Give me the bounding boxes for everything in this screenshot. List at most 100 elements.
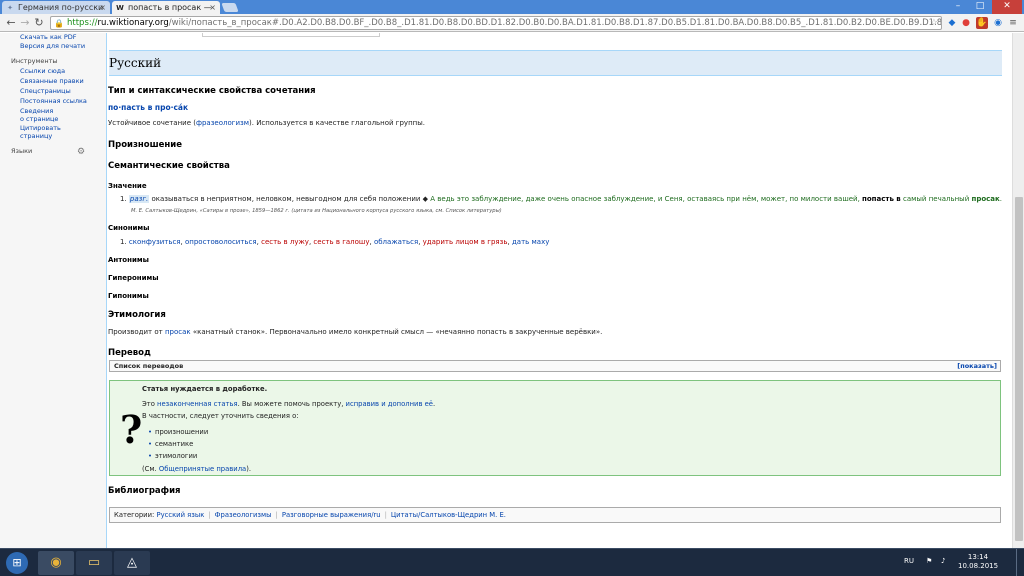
section-heading-translation: Перевод xyxy=(108,348,151,358)
text: попасть в xyxy=(862,195,901,203)
text: А ведь это заблуждение, даже очень опасн… xyxy=(430,195,863,203)
notice-see-also: (См. Общепринятые правила). xyxy=(142,465,251,473)
text: Устойчивое сочетание ( xyxy=(108,119,196,127)
clock-date: 10.08.2015 xyxy=(958,562,999,570)
extension-shield-icon[interactable]: ◆ xyxy=(946,17,958,29)
sidebar-item-print[interactable]: Версия для печати xyxy=(20,42,102,50)
category-link[interactable]: Фразеологизмы xyxy=(215,511,272,519)
synonym-link[interactable]: опростоволоситься xyxy=(185,238,257,246)
category-separator: | xyxy=(384,511,387,519)
categories-label: Категории: xyxy=(114,511,155,519)
needs-work-notice: ? Статья нуждается в доработке. Это неза… xyxy=(109,380,1001,476)
subheading-hyponyms: Гипонимы xyxy=(108,292,149,300)
text: Производит от xyxy=(108,328,165,336)
language-title: Русский xyxy=(109,56,162,70)
url-path: /wiki/попасть_в_просак#.D0.A2.D0.B8.D0.B… xyxy=(168,18,942,28)
type-description: Устойчивое сочетание (фразеологизм). Исп… xyxy=(108,119,425,127)
close-tab-icon[interactable]: × xyxy=(209,1,216,14)
category-link[interactable]: Разговорные выражения/ru xyxy=(282,511,381,519)
link-prosak[interactable]: просак xyxy=(165,328,191,336)
category-link[interactable]: Русский язык xyxy=(156,511,204,519)
label-colloquial[interactable]: разг. xyxy=(128,195,150,203)
text: просак xyxy=(971,195,1000,203)
bookmark-star-icon[interactable]: ☆ xyxy=(930,17,938,29)
categories-box: Категории: Русский язык | Фразеологизмы | Ра… xyxy=(109,507,1001,523)
text: . Вы можете помочь проекту, xyxy=(237,400,346,408)
sidebar-item-special-pages[interactable]: Спецстраницы xyxy=(20,87,102,95)
link-incomplete-article[interactable]: незаконченная статья xyxy=(157,400,238,408)
section-heading-etymology: Этимология xyxy=(108,310,166,320)
notice-title: Статья нуждается в доработке. xyxy=(142,385,268,393)
text: . xyxy=(433,400,436,408)
close-window-icon[interactable]: ✕ xyxy=(992,0,1022,14)
url-protocol: https:// xyxy=(67,18,98,28)
keyboard-language[interactable]: RU xyxy=(904,557,914,565)
windows-taskbar: ⊞ ◉ ▭ ◬ RU ⚑ ♪ 13:14 10.08.2015 xyxy=(0,548,1024,576)
synonym-link[interactable]: сесть в лужу xyxy=(261,238,309,246)
chrome-taskbar-icon[interactable]: ◉ xyxy=(38,551,74,575)
maximize-icon[interactable]: □ xyxy=(970,0,990,14)
close-tab-icon[interactable]: × xyxy=(99,1,106,14)
lock-icon: 🔒 xyxy=(54,19,64,28)
minimize-icon[interactable]: – xyxy=(948,0,968,14)
article-content: Русский Тип и синтаксические свойства со… xyxy=(106,33,1011,548)
show-desktop-button[interactable] xyxy=(1016,549,1024,576)
sidebar-item-pdf[interactable]: Скачать как PDF xyxy=(20,33,102,41)
menu-icon[interactable]: ≡ xyxy=(1007,17,1019,29)
text: ). xyxy=(246,465,252,473)
clock-time: 13:14 xyxy=(967,553,989,561)
sidebar-item-related-changes[interactable]: Связанные правки xyxy=(20,77,102,85)
language-header: Русский xyxy=(109,50,1002,76)
sidebar-item-permanent-link[interactable]: Постоянная ссылка xyxy=(20,97,102,105)
speaker-icon[interactable]: ♪ xyxy=(941,557,945,565)
link-fix-and-expand[interactable]: исправив и дополнив её xyxy=(346,400,433,408)
forward-arrow-icon[interactable]: → xyxy=(18,16,32,30)
synonym-link[interactable]: сконфузиться xyxy=(129,238,181,246)
clock[interactable]: 13:14 10.08.2015 xyxy=(958,553,998,571)
synonyms-list: 1. сконфузиться, опростоволоситься, сест… xyxy=(120,238,549,246)
separator: , xyxy=(308,238,312,246)
category-separator: | xyxy=(208,511,211,519)
notice-line: Это незаконченная статья. Вы можете помо… xyxy=(142,400,435,408)
reload-icon[interactable]: ↻ xyxy=(32,16,46,30)
show-translations-button[interactable]: [показать] xyxy=(957,362,997,370)
back-arrow-icon[interactable]: ← xyxy=(4,16,18,30)
extension-adblock-icon[interactable]: ✋ xyxy=(976,17,988,29)
subheading-meaning: Значение xyxy=(108,182,147,190)
synonym-link[interactable]: сесть в галошу xyxy=(313,238,369,246)
extension-opera-icon[interactable]: ● xyxy=(960,17,972,29)
search-box-edge xyxy=(202,33,380,37)
link-general-rules[interactable]: Общепринятые правила xyxy=(159,465,246,473)
text: «канатный станок». Первоначально имело к… xyxy=(190,328,603,336)
translations-title: Список переводов xyxy=(114,362,184,370)
new-tab-button[interactable] xyxy=(221,3,239,12)
sidebar-item-cite[interactable]: Цитировать страницу xyxy=(20,124,102,140)
synonym-link[interactable]: облажаться xyxy=(374,238,418,246)
subheading-hyperonyms: Гиперонимы xyxy=(108,274,159,282)
meaning-text: оказываться в неприятном, неловком, невы… xyxy=(149,195,431,203)
text: (См. xyxy=(142,465,159,473)
synonym-link[interactable]: ударить лицом в грязь xyxy=(423,238,508,246)
address-bar[interactable]: 🔒 https://ru.wiktionary.org/wiki/попасть… xyxy=(50,16,942,30)
sidebar-item-page-info[interactable]: Сведения о странице xyxy=(20,107,102,123)
tab-wiktionary[interactable]: W попасть в просак — × xyxy=(112,1,220,14)
category-link[interactable]: Цитаты/Салтыков-Щедрин М. Е. xyxy=(391,511,506,519)
windows-start-icon[interactable]: ⊞ xyxy=(6,552,28,574)
cat-app-taskbar-icon[interactable]: ◬ xyxy=(114,551,150,575)
section-heading-type: Тип и синтаксические свойства сочетания xyxy=(108,86,316,96)
text: Это xyxy=(142,400,158,408)
section-heading-bibliography: Библиография xyxy=(108,486,181,496)
vertical-scrollbar[interactable] xyxy=(1012,33,1024,548)
extension-globe-icon[interactable]: ◉ xyxy=(992,17,1004,29)
flag-icon[interactable]: ⚑ xyxy=(926,557,932,565)
subheading-antonyms: Антонимы xyxy=(108,256,149,264)
sidebar-item-links-here[interactable]: Ссылки сюда xyxy=(20,67,102,75)
tab-title: попасть в просак — xyxy=(128,3,212,12)
gear-icon[interactable]: ⚙ xyxy=(77,147,85,157)
link-phraseologism[interactable]: фразеологизм xyxy=(196,119,249,127)
tab-title: Германия по-русски xyxy=(18,3,104,12)
tab-germany[interactable]: ✦ Германия по-русски × xyxy=(2,1,110,14)
synonym-link[interactable]: дать маху xyxy=(512,238,549,246)
explorer-taskbar-icon[interactable]: ▭ xyxy=(76,551,112,575)
scrollbar-thumb[interactable] xyxy=(1015,197,1023,541)
